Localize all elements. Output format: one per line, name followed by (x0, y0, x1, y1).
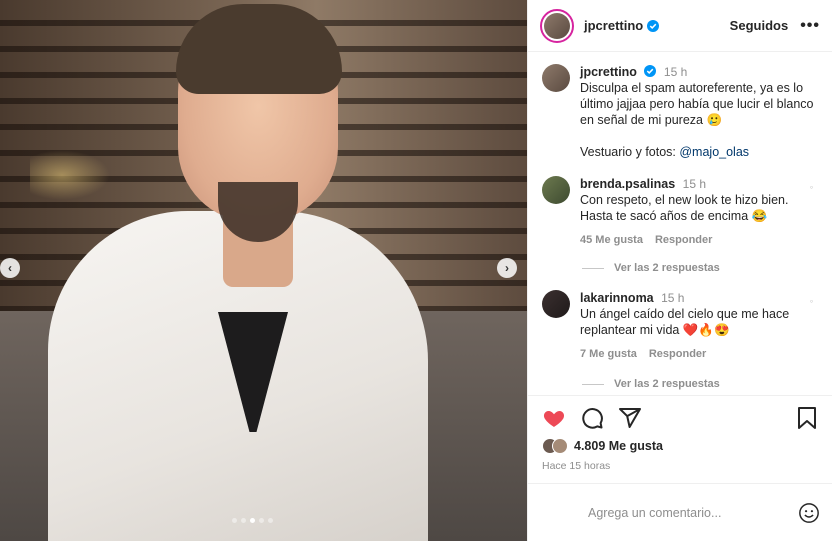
photo-subject (48, 4, 428, 541)
caption-credits: Vestuario y fotos: @majo_olas (580, 144, 818, 160)
add-comment-bar: Agrega un comentario... (528, 483, 832, 541)
comment-time[interactable]: 15 h (683, 177, 706, 191)
likes-summary[interactable]: 4.809 Me gusta (542, 438, 818, 454)
emoji-icon[interactable] (546, 502, 568, 524)
reply-button[interactable]: Responder (655, 232, 712, 248)
post-side-panel: jpcrettino Seguidos ••• jpcrettino 15 h (527, 0, 832, 541)
comment-body: brenda.psalinas 15 h Con respeto, el new… (580, 176, 795, 248)
author-username[interactable]: jpcrettino (584, 18, 643, 33)
likes-count[interactable]: 4.809 Me gusta (574, 439, 663, 453)
chevron-left-icon: ‹ (8, 261, 12, 275)
post-actions: 4.809 Me gusta Hace 15 horas (528, 395, 832, 483)
view-replies[interactable]: Ver las 2 respuestas (582, 262, 818, 274)
carousel-dot (268, 518, 273, 523)
more-icon[interactable]: ••• (800, 17, 820, 35)
post-header: jpcrettino Seguidos ••• (528, 0, 832, 52)
chevron-right-icon: › (505, 261, 509, 275)
comment-username[interactable]: brenda.psalinas (580, 177, 675, 191)
comment-text: Un ángel caído del cielo que me hace rep… (580, 307, 790, 337)
comment-avatar[interactable] (542, 176, 570, 204)
view-replies[interactable]: Ver las 2 respuestas (582, 378, 818, 390)
replies-line (582, 383, 604, 385)
carousel-next-button[interactable]: › (497, 258, 517, 278)
view-replies-label[interactable]: Ver las 2 respuestas (614, 378, 720, 390)
post-photo[interactable]: ‹ › (0, 0, 527, 541)
comment-meta: 45 Me gusta Responder (580, 232, 795, 248)
comment-avatar[interactable] (542, 290, 570, 318)
carousel-prev-button[interactable]: ‹ (0, 258, 20, 278)
hair (176, 4, 342, 94)
comments-list[interactable]: jpcrettino 15 h Disculpa el spam autoref… (528, 52, 832, 395)
comment-icon[interactable] (580, 406, 604, 430)
carousel-dot (241, 518, 246, 523)
comment-meta: 7 Me gusta Responder (580, 346, 795, 362)
replies-line (582, 267, 604, 269)
credits-mention[interactable]: @majo_olas (679, 145, 749, 159)
carousel-dot (232, 518, 237, 523)
posted-time[interactable]: Hace 15 horas (542, 460, 818, 472)
liker-avatars (542, 438, 568, 454)
share-icon[interactable] (618, 406, 642, 430)
comment-likes[interactable]: 7 Me gusta (580, 346, 637, 362)
following-button[interactable]: Seguidos (730, 18, 789, 33)
comment-likes[interactable]: 45 Me gusta (580, 232, 643, 248)
post-view: ‹ › jpcrettino Seguidos ••• jpcrettino 1… (0, 0, 832, 541)
caption: jpcrettino 15 h Disculpa el spam autoref… (542, 64, 818, 160)
author-avatar[interactable] (540, 8, 574, 43)
comment-input[interactable]: Agrega un comentario... (588, 506, 798, 520)
comment-username[interactable]: lakarinnoma (580, 291, 654, 305)
comment-item: brenda.psalinas 15 h Con respeto, el new… (542, 176, 818, 248)
caption-text: Disculpa el spam autoreferente, ya es lo… (580, 81, 814, 127)
credits-prefix: Vestuario y fotos: (580, 145, 680, 159)
view-replies-label[interactable]: Ver las 2 respuestas (614, 262, 720, 274)
heart-icon[interactable] (542, 406, 566, 430)
comment-like-icon[interactable] (805, 290, 818, 303)
verified-icon (647, 19, 660, 32)
comment-time[interactable]: 15 h (661, 291, 684, 305)
caption-username[interactable]: jpcrettino (580, 65, 637, 79)
comment-like-icon[interactable] (805, 176, 818, 189)
caption-avatar[interactable] (542, 64, 570, 92)
carousel-dot (259, 518, 264, 523)
verified-icon (644, 65, 657, 77)
comment-body: lakarinnoma 15 h Un ángel caído del ciel… (580, 290, 795, 362)
save-icon[interactable] (796, 406, 818, 430)
carousel-dot-active (250, 518, 255, 523)
smile-icon[interactable] (798, 502, 820, 524)
comment-text: Con respeto, el new look te hizo bien. H… (580, 193, 789, 223)
action-icons (542, 406, 818, 430)
caption-time[interactable]: 15 h (664, 65, 687, 79)
caption-body: jpcrettino 15 h Disculpa el spam autoref… (580, 64, 818, 160)
carousel-dots (232, 518, 273, 523)
reply-button[interactable]: Responder (649, 346, 706, 362)
comment-item: lakarinnoma 15 h Un ángel caído del ciel… (542, 290, 818, 362)
